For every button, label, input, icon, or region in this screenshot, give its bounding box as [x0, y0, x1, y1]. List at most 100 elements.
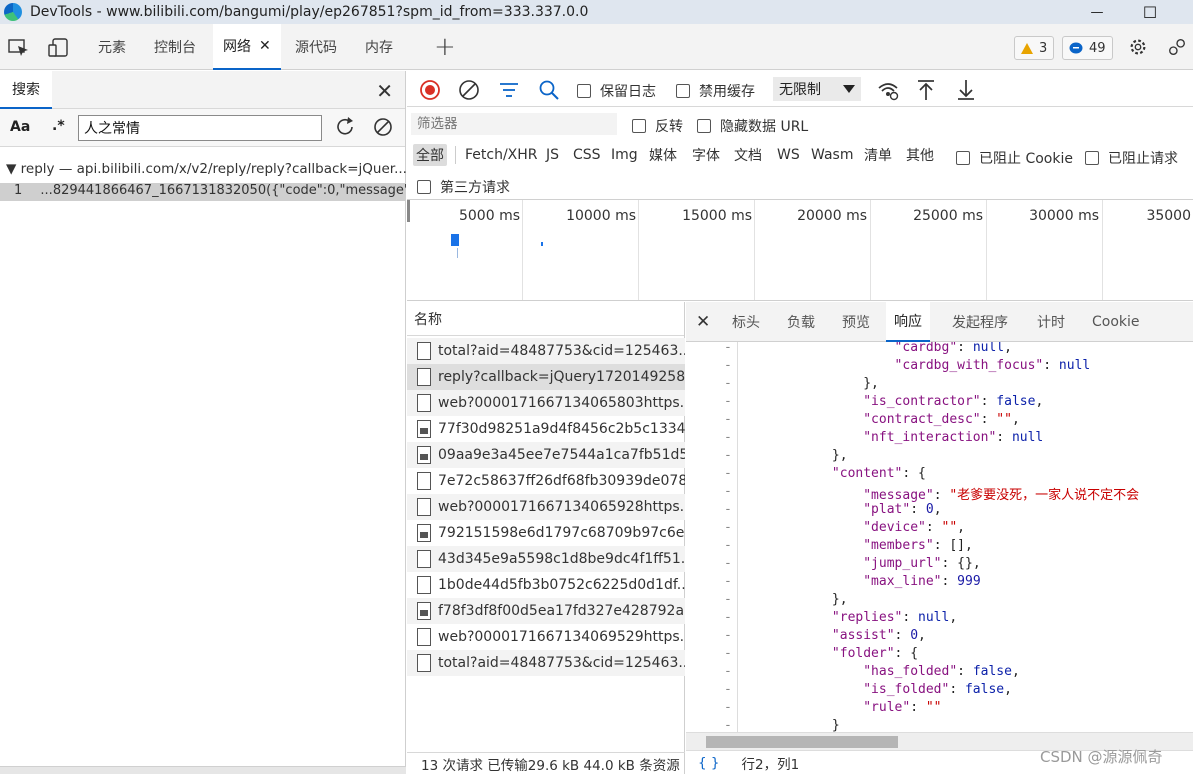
checkbox-box[interactable] — [632, 119, 646, 133]
line-marker: - — [724, 448, 732, 463]
checkbox-box[interactable] — [956, 151, 970, 165]
scrollbar-thumb[interactable] — [706, 736, 898, 748]
maximize-button[interactable]: ☐ — [1130, 0, 1170, 24]
tab-search[interactable]: 搜索 — [0, 71, 52, 109]
type-filter-css[interactable]: CSS — [570, 144, 604, 166]
disable-cache-checkbox[interactable]: 禁用缓存 — [676, 81, 755, 101]
messages-badge[interactable]: 49 — [1062, 36, 1113, 60]
type-filter-img[interactable]: Img — [608, 144, 641, 166]
warning-icon — [1021, 42, 1033, 54]
tab-elements[interactable]: 元素 — [88, 24, 136, 70]
record-icon[interactable] — [419, 79, 441, 101]
image-file-icon — [417, 524, 431, 542]
request-row[interactable]: 7e72c58637ff26df68fb30939de078... — [407, 468, 685, 494]
checkbox-box[interactable] — [1085, 151, 1099, 165]
settings-gear-icon[interactable] — [1127, 37, 1149, 57]
name-column-header[interactable]: 名称 — [407, 302, 684, 336]
filter-input[interactable] — [411, 113, 617, 135]
device-emulation-icon[interactable] — [48, 38, 70, 58]
request-row[interactable]: web?0000171667134069529https... — [407, 624, 685, 650]
request-row[interactable]: 1b0de44d5fb3b0752c6225d0d1df... — [407, 572, 685, 598]
throttle-select[interactable]: 无限制 — [773, 77, 861, 101]
tab-response[interactable]: 响应 — [886, 302, 930, 342]
checkbox-box[interactable] — [676, 84, 690, 98]
code-line: }, — [738, 376, 879, 391]
request-row[interactable]: 792151598e6d1797c68709b97c6e... — [407, 520, 685, 546]
type-filter-media[interactable]: 媒体 — [646, 144, 680, 166]
request-row[interactable]: web?0000171667134065928https... — [407, 494, 685, 520]
type-filter-ws[interactable]: WS — [774, 144, 803, 166]
request-row[interactable]: reply?callback=jQuery1720149258... — [407, 364, 685, 390]
request-row[interactable]: total?aid=48487753&cid=125463... — [407, 650, 685, 676]
blocked-requests-checkbox[interactable]: 已阻止请求 — [1085, 148, 1178, 168]
blocked-cookies-checkbox[interactable]: 已阻止 Cookie — [956, 148, 1073, 168]
tab-preview[interactable]: 预览 — [834, 302, 878, 342]
add-tab-button[interactable]: + — [424, 24, 466, 70]
export-har-icon[interactable] — [955, 79, 977, 101]
request-row[interactable]: 77f30d98251a9d4f8456c2b5c1334... — [407, 416, 685, 442]
image-file-icon — [417, 446, 431, 464]
request-row[interactable]: f78f3df8f00d5ea17fd327e428792a... — [407, 598, 685, 624]
tab-cookies[interactable]: Cookie — [1084, 302, 1148, 342]
network-conditions-icon[interactable] — [877, 79, 899, 101]
checkbox-box[interactable] — [417, 180, 431, 194]
inspect-element-icon[interactable] — [8, 38, 30, 58]
close-details-icon[interactable]: ✕ — [696, 312, 710, 332]
search-pane: 搜索 ✕ Aa .* ▼ reply — api.bilibili.com/x/… — [0, 71, 406, 774]
checkbox-box[interactable] — [697, 119, 711, 133]
clear-log-icon[interactable] — [458, 79, 480, 101]
type-filter-all[interactable]: 全部 — [413, 144, 447, 166]
type-filter-js[interactable]: JS — [543, 144, 562, 166]
request-name: 43d345e9a5598c1d8be9dc4f1ff51... — [438, 551, 685, 567]
warnings-badge[interactable]: 3 — [1014, 36, 1055, 60]
type-filter-other[interactable]: 其他 — [903, 144, 937, 166]
timeline-overview[interactable]: 5000 ms 10000 ms 15000 ms 20000 ms 25000… — [407, 199, 1193, 301]
close-search-icon[interactable]: ✕ — [376, 79, 393, 103]
timeline-request-bar — [457, 248, 458, 258]
document-file-icon — [417, 342, 431, 360]
tab-memory[interactable]: 内存 — [355, 24, 403, 70]
tab-payload[interactable]: 负载 — [779, 302, 823, 342]
response-viewer[interactable]: - - - - - - - - - - - - - - - - - - - - - - "cardbg": null, "… — [686, 342, 1193, 732]
regex-toggle[interactable]: .* — [52, 118, 65, 134]
tab-network[interactable]: 网络 ✕ — [213, 24, 281, 70]
search-result-line[interactable]: 1 ...829441866467_1667131832050({"code":… — [0, 183, 406, 201]
preserve-log-checkbox[interactable]: 保留日志 — [577, 81, 656, 101]
third-party-checkbox[interactable]: 第三方请求 — [417, 177, 510, 197]
checkbox-box[interactable] — [577, 84, 591, 98]
refresh-icon[interactable] — [334, 115, 356, 139]
search-result-file[interactable]: ▼ reply — api.bilibili.com/x/v2/reply/re… — [0, 161, 406, 181]
invert-checkbox[interactable]: 反转 — [632, 116, 683, 136]
line-marker: - — [724, 394, 732, 409]
request-row[interactable]: web?0000171667134065803https... — [407, 390, 685, 416]
type-filter-manifest[interactable]: 清单 — [861, 144, 895, 166]
type-filter-wasm[interactable]: Wasm — [808, 144, 856, 166]
timeline-tick-label: 35000 — [1146, 208, 1191, 224]
tab-sources[interactable]: 源代码 — [285, 24, 347, 70]
tab-console[interactable]: 控制台 — [144, 24, 206, 70]
tab-initiator[interactable]: 发起程序 — [944, 302, 1016, 342]
line-marker: - — [724, 646, 732, 661]
request-row[interactable]: 43d345e9a5598c1d8be9dc4f1ff51... — [407, 546, 685, 572]
tab-timing[interactable]: 计时 — [1029, 302, 1073, 342]
pretty-print-braces-icon[interactable]: { } — [698, 755, 719, 771]
type-filter-doc[interactable]: 文档 — [731, 144, 765, 166]
customize-icon[interactable] — [1166, 37, 1188, 57]
match-case-toggle[interactable]: Aa — [10, 119, 30, 135]
close-tab-icon[interactable]: ✕ — [259, 38, 271, 54]
import-har-icon[interactable] — [915, 79, 937, 101]
clear-icon[interactable] — [372, 115, 394, 139]
search-pane-scrollbar[interactable] — [0, 766, 406, 774]
request-row[interactable]: total?aid=48487753&cid=125463... — [407, 338, 685, 364]
type-filter-fetch-xhr[interactable]: Fetch/XHR — [462, 144, 541, 166]
timeline-divider — [754, 200, 755, 300]
minimize-button[interactable]: — — [1077, 0, 1117, 24]
search-icon[interactable] — [538, 79, 560, 101]
request-row[interactable]: 09aa9e3a45ee7e7544a1ca7fb51d5... — [407, 442, 685, 468]
filter-icon[interactable] — [498, 79, 520, 101]
type-filter-font[interactable]: 字体 — [689, 144, 723, 166]
tab-headers[interactable]: 标头 — [724, 302, 768, 342]
search-input[interactable] — [78, 115, 322, 141]
hide-data-urls-checkbox[interactable]: 隐藏数据 URL — [697, 116, 808, 136]
request-summary: 13 次请求 已传输29.6 kB 44.0 kB 条资源 — [407, 752, 685, 774]
